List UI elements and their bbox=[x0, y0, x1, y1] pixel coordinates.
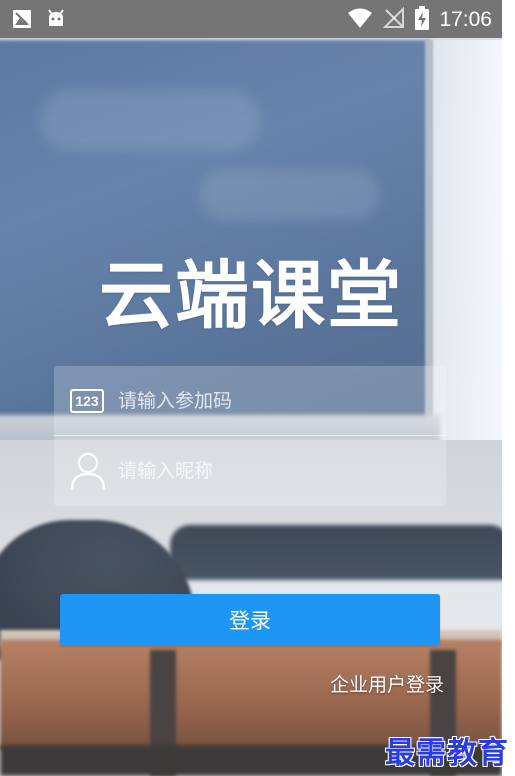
user-icon bbox=[70, 452, 106, 490]
watermark-text: 最需教育 bbox=[385, 736, 509, 771]
status-time: 17:06 bbox=[439, 8, 492, 31]
image-notification-icon bbox=[12, 9, 32, 33]
login-button[interactable]: 登录 bbox=[60, 594, 440, 646]
no-signal-icon bbox=[383, 6, 405, 33]
battery-charging-icon bbox=[415, 6, 430, 34]
app-screen: 17:06 云端课堂 123 登录 企业用户登录 bbox=[0, 0, 502, 776]
wifi-icon bbox=[347, 7, 373, 33]
nickname-input[interactable] bbox=[118, 436, 428, 505]
nickname-row bbox=[54, 436, 446, 505]
login-form: 123 bbox=[54, 366, 446, 506]
number-code-icon: 123 bbox=[70, 388, 104, 413]
join-code-input[interactable] bbox=[118, 366, 428, 435]
status-bar-notifications bbox=[12, 9, 66, 33]
android-notification-icon bbox=[46, 9, 66, 33]
status-bar: 17:06 bbox=[0, 0, 502, 38]
app-logo-title: 云端课堂 bbox=[99, 253, 403, 339]
status-bar-system: 17:06 bbox=[347, 6, 492, 34]
enterprise-login-link[interactable]: 企业用户登录 bbox=[330, 670, 444, 697]
join-code-row: 123 bbox=[54, 366, 446, 435]
code-field-icon: 123 bbox=[70, 388, 104, 413]
